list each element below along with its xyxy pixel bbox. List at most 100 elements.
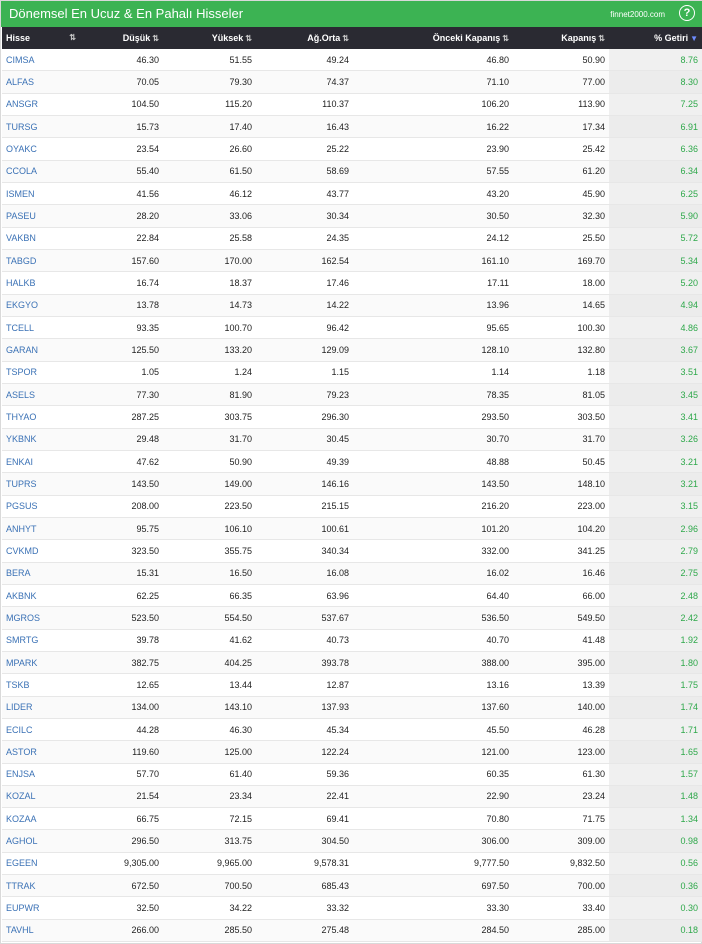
table-row[interactable]: MGROS 523.50 554.50 537.67 536.50 549.50 2.42: [2, 606, 702, 630]
table-row[interactable]: EGEEN 9,305.00 9,965.00 9,578.31 9,777.50 9,8…: [2, 852, 702, 876]
sort-icon[interactable]: ⇅: [342, 34, 349, 43]
column-header-kapanis[interactable]: Kapanış ⇅: [513, 27, 609, 49]
table-row[interactable]: PGSUS 208.00 223.50 215.15 216.20 223.00 3.15: [2, 495, 702, 518]
sort-icon[interactable]: ⇅: [152, 34, 159, 43]
table-row[interactable]: ASELS 77.30 81.90 79.23 78.35 81.05 3.45: [2, 383, 702, 407]
cell-ticker[interactable]: HALKB: [2, 271, 80, 295]
table-row[interactable]: TABGD 157.60 170.00 162.54 161.10 169.70 5.34: [2, 249, 702, 273]
sort-icon[interactable]: ⇅: [69, 33, 76, 42]
table-row[interactable]: TUPRS 143.50 149.00 146.16 143.50 148.10 3.21: [2, 472, 702, 496]
table-row[interactable]: TAVHL 266.00 285.50 275.48 284.50 285.00 0.18: [2, 919, 702, 943]
cell-ticker[interactable]: EGEEN: [2, 852, 80, 876]
cell-ticker[interactable]: GARAN: [2, 338, 80, 362]
sort-desc-icon[interactable]: ▼: [690, 34, 698, 43]
table-row[interactable]: ECILC 44.28 46.30 45.34 45.50 46.28 1.71: [2, 718, 702, 742]
table-row[interactable]: GARAN 125.50 133.20 129.09 128.10 132.80 3.67: [2, 338, 702, 362]
table-row[interactable]: CVKMD 323.50 355.75 340.34 332.00 341.25 2.79: [2, 539, 702, 563]
cell-ticker[interactable]: TSPOR: [2, 361, 80, 384]
table-row[interactable]: TTRAK 672.50 700.50 685.43 697.50 700.00 0.36: [2, 874, 702, 898]
cell-ticker[interactable]: PASEU: [2, 204, 80, 228]
cell-ticker[interactable]: OYAKC: [2, 137, 80, 161]
table-row[interactable]: TCELL 93.35 100.70 96.42 95.65 100.30 4.86: [2, 316, 702, 340]
cell-ticker[interactable]: CVKMD: [2, 539, 80, 563]
table-row[interactable]: MPARK 382.75 404.25 393.78 388.00 395.00 1.80: [2, 651, 702, 675]
brand-link[interactable]: finnet2000.com: [610, 10, 665, 19]
table-row[interactable]: THYAO 287.25 303.75 296.30 293.50 303.50 3.41: [2, 405, 702, 429]
cell-ticker[interactable]: ISMEN: [2, 182, 80, 206]
column-header-onceki-kapanis[interactable]: Önceki Kapanış ⇅: [353, 27, 513, 49]
table-row[interactable]: EKGYO 13.78 14.73 14.22 13.96 14.65 4.94: [2, 294, 702, 317]
cell-ticker[interactable]: CCOLA: [2, 160, 80, 183]
cell-ticker[interactable]: VAKBN: [2, 227, 80, 250]
cell-getiri: 0.56: [609, 852, 702, 876]
table-row[interactable]: VAKBN 22.84 25.58 24.35 24.12 25.50 5.72: [2, 227, 702, 250]
cell-kapanis: 9,832.50: [513, 852, 609, 876]
sort-icon[interactable]: ⇅: [598, 34, 605, 43]
table-row[interactable]: BERA 15.31 16.50 16.08 16.02 16.46 2.75: [2, 562, 702, 585]
cell-ticker[interactable]: THYAO: [2, 405, 80, 429]
cell-ticker[interactable]: TTRAK: [2, 874, 80, 898]
cell-ticker[interactable]: TSKB: [2, 673, 80, 697]
table-row[interactable]: AGHOL 296.50 313.75 304.50 306.00 309.00 0.98: [2, 829, 702, 853]
cell-ticker[interactable]: ENJSA: [2, 763, 80, 786]
cell-ticker[interactable]: ENKAI: [2, 450, 80, 474]
cell-ticker[interactable]: ANSGR: [2, 93, 80, 116]
cell-ticker[interactable]: BERA: [2, 562, 80, 585]
cell-ticker[interactable]: TABGD: [2, 249, 80, 273]
table-row[interactable]: ANHYT 95.75 106.10 100.61 101.20 104.20 2.96: [2, 517, 702, 541]
sort-icon[interactable]: ⇅: [502, 34, 509, 43]
table-row[interactable]: ANSGR 104.50 115.20 110.37 106.20 113.90 7.25: [2, 93, 702, 116]
cell-ticker[interactable]: TUPRS: [2, 472, 80, 496]
cell-ticker[interactable]: AKBNK: [2, 584, 80, 608]
table-row[interactable]: ASTOR 119.60 125.00 122.24 121.00 123.00 1.65: [2, 740, 702, 764]
cell-ag-orta: 24.35: [256, 227, 353, 250]
table-row[interactable]: TURSG 15.73 17.40 16.43 16.22 17.34 6.91: [2, 115, 702, 139]
table-row[interactable]: ENKAI 47.62 50.90 49.39 48.88 50.45 3.21: [2, 450, 702, 474]
table-row[interactable]: EUPWR 32.50 34.22 33.32 33.30 33.40 0.30: [2, 896, 702, 920]
column-header-ag-orta[interactable]: Ağ.Orta ⇅: [256, 27, 353, 49]
cell-ticker[interactable]: MPARK: [2, 651, 80, 675]
sort-icon[interactable]: ⇅: [245, 34, 252, 43]
cell-ticker[interactable]: KOZAA: [2, 807, 80, 831]
table-row[interactable]: ENJSA 57.70 61.40 59.36 60.35 61.30 1.57: [2, 763, 702, 786]
cell-ticker[interactable]: AGHOL: [2, 829, 80, 853]
cell-ticker[interactable]: CIMSA: [2, 49, 80, 72]
cell-ticker[interactable]: EUPWR: [2, 896, 80, 920]
table-row[interactable]: CCOLA 55.40 61.50 58.69 57.55 61.20 6.34: [2, 160, 702, 183]
cell-ticker[interactable]: LIDER: [2, 696, 80, 719]
table-row[interactable]: ISMEN 41.56 46.12 43.77 43.20 45.90 6.25: [2, 182, 702, 206]
table-row[interactable]: KOZAL 21.54 23.34 22.41 22.90 23.24 1.48: [2, 785, 702, 809]
table-row[interactable]: PASEU 28.20 33.06 30.34 30.50 32.30 5.90: [2, 204, 702, 228]
table-row[interactable]: KOZAA 66.75 72.15 69.41 70.80 71.75 1.34: [2, 807, 702, 831]
table-row[interactable]: OYAKC 23.54 26.60 25.22 23.90 25.42 6.36: [2, 137, 702, 161]
table-row[interactable]: ALFAS 70.05 79.30 74.37 71.10 77.00 8.30: [2, 70, 702, 94]
column-header-yuksek[interactable]: Yüksek ⇅: [163, 27, 256, 49]
cell-ticker[interactable]: PGSUS: [2, 495, 80, 518]
cell-ticker[interactable]: TURSG: [2, 115, 80, 139]
column-header-hisse[interactable]: Hisse ⇅: [2, 27, 80, 49]
cell-ticker[interactable]: SMRTG: [2, 629, 80, 652]
column-header-getiri[interactable]: % Getiri ▼: [609, 27, 702, 49]
cell-ticker[interactable]: TCELL: [2, 316, 80, 340]
table-row[interactable]: TSPOR 1.05 1.24 1.15 1.14 1.18 3.51: [2, 361, 702, 384]
cell-ticker[interactable]: ALFAS: [2, 70, 80, 94]
cell-ticker[interactable]: ANHYT: [2, 517, 80, 541]
table-row[interactable]: YKBNK 29.48 31.70 30.45 30.70 31.70 3.26: [2, 428, 702, 451]
cell-ticker[interactable]: ECILC: [2, 718, 80, 742]
table-row[interactable]: SMRTG 39.78 41.62 40.73 40.70 41.48 1.92: [2, 629, 702, 652]
cell-ticker[interactable]: EKGYO: [2, 294, 80, 317]
table-row[interactable]: CIMSA 46.30 51.55 49.24 46.80 50.90 8.76: [2, 49, 702, 72]
cell-ticker[interactable]: KOZAL: [2, 785, 80, 809]
help-icon[interactable]: ?: [679, 5, 695, 21]
cell-ticker[interactable]: ASELS: [2, 383, 80, 407]
table-row[interactable]: AKBNK 62.25 66.35 63.96 64.40 66.00 2.48: [2, 584, 702, 608]
cell-kapanis: 223.00: [513, 495, 609, 518]
table-row[interactable]: HALKB 16.74 18.37 17.46 17.11 18.00 5.20: [2, 271, 702, 295]
cell-ticker[interactable]: MGROS: [2, 606, 80, 630]
cell-ticker[interactable]: YKBNK: [2, 428, 80, 451]
cell-ticker[interactable]: TAVHL: [2, 919, 80, 943]
column-header-dusuk[interactable]: Düşük ⇅: [80, 27, 163, 49]
table-row[interactable]: TSKB 12.65 13.44 12.87 13.16 13.39 1.75: [2, 673, 702, 697]
table-row[interactable]: LIDER 134.00 143.10 137.93 137.60 140.00 1.74: [2, 696, 702, 719]
cell-ticker[interactable]: ASTOR: [2, 740, 80, 764]
